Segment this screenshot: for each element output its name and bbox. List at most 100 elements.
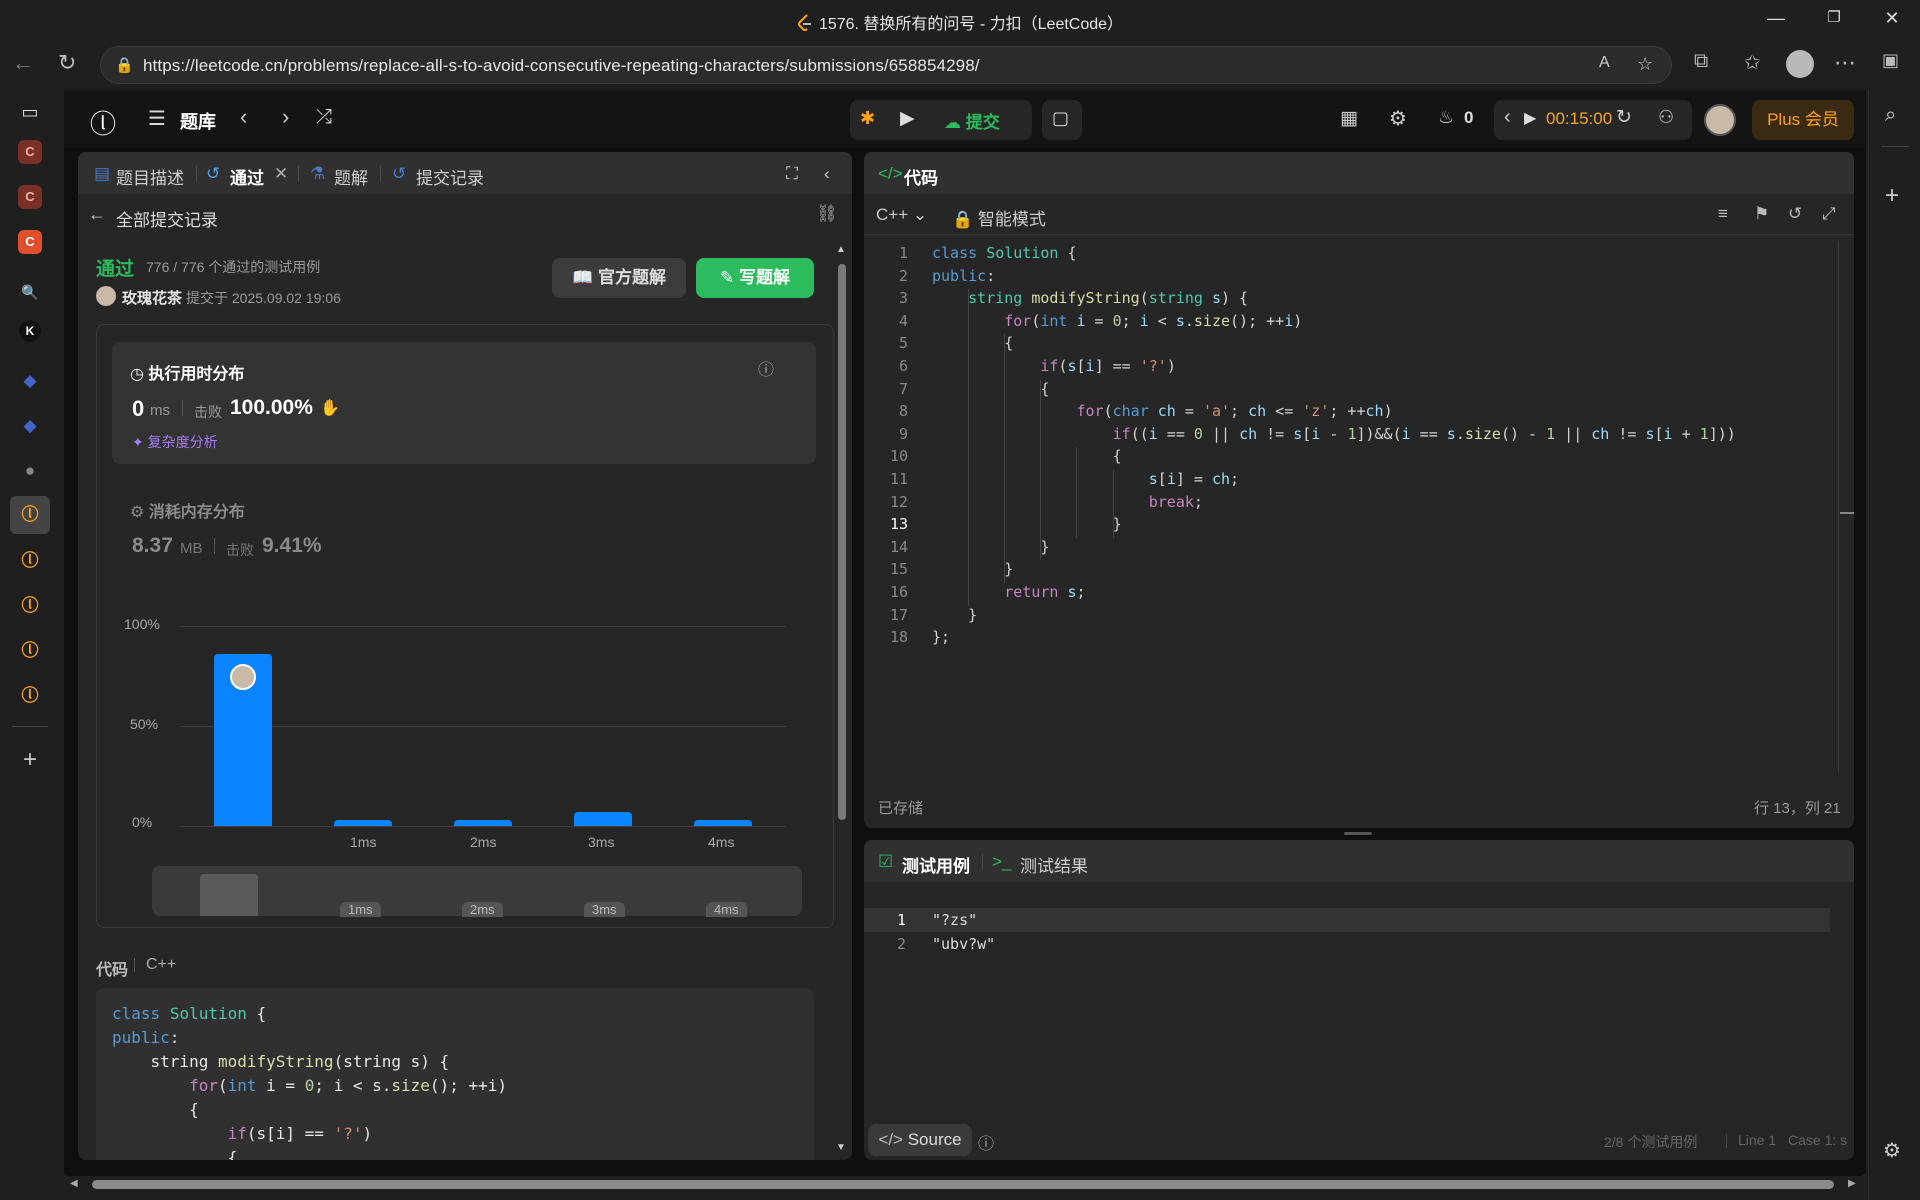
x-tick-label: 1ms (350, 834, 377, 850)
code-editor[interactable]: 1 class Solution {2 public: 3 string modify… (864, 244, 1824, 804)
gridline (180, 826, 786, 827)
code-line[interactable]: class Solution { (932, 244, 1077, 262)
sidebar-settings-icon[interactable]: ⚙ (1883, 1138, 1901, 1163)
next-problem-icon[interactable]: › (282, 104, 289, 130)
cursor-position: 行 13，列 21 (1754, 800, 1841, 817)
shuffle-icon[interactable]: ⤮ (316, 106, 332, 129)
tab-github-icon[interactable]: ● (14, 455, 46, 487)
tab-c-icon[interactable]: C (18, 185, 42, 209)
scroll-left-icon[interactable]: ◀ (70, 1178, 78, 1189)
timer-play-icon[interactable]: ▶ (1524, 108, 1536, 128)
code-section-label: 代码 (96, 962, 129, 979)
code-line[interactable]: { (932, 380, 1049, 398)
tab-bird-icon[interactable]: ◆ (14, 410, 46, 442)
problem-list-icon[interactable]: ☰ (148, 106, 166, 131)
scroll-right-icon[interactable]: ▶ (1848, 1178, 1856, 1189)
tab-actions-icon[interactable]: ▭ (14, 96, 46, 128)
user-avatar[interactable] (1704, 104, 1736, 136)
address-bar[interactable]: 🔒 https://leetcode.cn/problems/replace-a… (100, 46, 1672, 84)
bookmark-icon[interactable]: ⚑ (1754, 204, 1769, 224)
settings-gear-icon[interactable]: ⚙ (1389, 106, 1407, 131)
tab-c-icon[interactable]: C (18, 140, 42, 164)
code-line[interactable]: s[i] = ch; (932, 470, 1239, 488)
testcase-line[interactable]: "?zs" (932, 911, 977, 929)
code-line[interactable]: } (932, 538, 1049, 556)
refresh-icon[interactable]: ↻ (58, 50, 76, 76)
invite-user-icon[interactable]: ⚇ (1658, 107, 1674, 128)
chart-bar[interactable] (454, 820, 512, 826)
tab-c-icon[interactable]: C (18, 230, 42, 254)
favorites-icon[interactable]: ✩ (1744, 50, 1761, 75)
timer-reset-icon[interactable]: ↻ (1616, 106, 1632, 129)
close-window-icon[interactable]: ✕ (1872, 8, 1912, 29)
code-line[interactable]: return s; (932, 583, 1085, 601)
fullscreen-icon[interactable]: ⤢ (1822, 204, 1836, 224)
submit-button[interactable]: ☁ 提交 (944, 108, 1000, 133)
tab-leetcode-icon[interactable]: ⓛ (14, 590, 46, 622)
tab-leetcode-icon[interactable]: ⓛ (14, 680, 46, 712)
code-line[interactable]: break; (932, 493, 1203, 511)
smart-mode-toggle[interactable]: 🔒 智能模式 (952, 205, 1046, 230)
sidebar-search-icon[interactable]: ⌕ (1885, 104, 1896, 127)
tab-leetcode-active-icon[interactable]: ⓛ (10, 496, 50, 534)
reset-code-icon[interactable]: ↺ (1788, 204, 1802, 224)
layout-icon[interactable]: ▦ (1340, 107, 1358, 130)
timer-collapse-icon[interactable]: ‹ (1504, 106, 1511, 129)
chart-bar[interactable] (574, 812, 632, 826)
code-line[interactable]: } (932, 560, 1013, 578)
terminal-icon: >_ (992, 852, 1012, 871)
tab-test-result[interactable]: 测试结果 (1020, 852, 1088, 877)
code-line[interactable]: public: (932, 267, 995, 285)
chart-bar[interactable] (694, 820, 752, 826)
streak-fire-icon[interactable]: ♨ (1438, 107, 1454, 128)
line-number: 2 (896, 935, 906, 953)
testcase-line[interactable]: "ubv?w" (932, 935, 995, 953)
source-button[interactable]: </> Source (868, 1124, 972, 1156)
cloud-upload-icon: ☁ (944, 113, 961, 132)
code-line[interactable]: if((i == 0 || ch != s[i - 1])&&(i == s.s… (932, 425, 1736, 443)
leetcode-logo-icon[interactable]: ⓛ (90, 104, 116, 141)
sidebar-add-icon[interactable]: + (1885, 182, 1899, 210)
code-line[interactable]: string modifyString(string s) { (932, 289, 1248, 307)
restore-icon[interactable]: ❐ (1814, 8, 1854, 26)
scroll-up-icon[interactable]: ▲ (836, 244, 846, 255)
tab-leetcode-icon[interactable]: ⓛ (14, 545, 46, 577)
chart-bar[interactable] (334, 820, 392, 826)
panel-resize-handle[interactable] (1344, 832, 1372, 835)
code-line[interactable]: } (932, 606, 977, 624)
range-handle[interactable] (200, 874, 258, 916)
submitted-code-block: class Solution { public: string modifySt… (96, 988, 814, 1160)
code-line[interactable]: { (932, 334, 1013, 352)
code-line[interactable]: }; (932, 628, 950, 646)
tab-testcase[interactable]: 测试用例 (902, 852, 970, 877)
prev-problem-icon[interactable]: ‹ (240, 104, 247, 130)
tab-leetcode-icon[interactable]: ⓛ (14, 635, 46, 667)
tab-search-icon[interactable]: 🔍 (14, 276, 46, 308)
code-line[interactable]: } (932, 515, 1122, 533)
tab-k-icon[interactable]: K (19, 320, 41, 342)
plus-membership-button[interactable]: Plus 会员 (1752, 100, 1854, 140)
tab-bird-icon[interactable]: ◆ (14, 365, 46, 397)
hscroll-thumb[interactable] (92, 1180, 1834, 1189)
language-select[interactable]: C++ ⌄ (876, 205, 927, 225)
read-aloud-icon[interactable]: A (1599, 54, 1610, 72)
more-menu-icon[interactable]: ⋯ (1834, 50, 1856, 76)
help-icon[interactable]: ⓘ (978, 1130, 994, 1154)
extensions-icon[interactable]: ⧉ (1694, 50, 1708, 73)
sidebar-toggle-icon[interactable]: ▣ (1882, 50, 1899, 71)
format-icon[interactable]: ≡ (1718, 204, 1728, 224)
profile-avatar[interactable] (1786, 50, 1814, 78)
minimize-icon[interactable]: — (1756, 8, 1796, 29)
scroll-down-icon[interactable]: ▼ (836, 1142, 846, 1153)
back-icon[interactable]: ← (12, 50, 34, 76)
scrollbar-thumb[interactable] (838, 264, 846, 820)
run-icon[interactable]: ▶ (900, 107, 915, 130)
debug-icon[interactable]: ✱ (860, 108, 875, 129)
favorite-star-icon[interactable]: ☆ (1637, 54, 1653, 75)
line-number: 6 (898, 357, 908, 375)
problem-list-link[interactable]: 题库 (180, 108, 216, 134)
new-tab-icon[interactable]: + (14, 744, 46, 776)
code-line[interactable]: for(char ch = 'a'; ch <= 'z'; ++ch) (932, 402, 1393, 420)
code-line[interactable]: for(int i = 0; i < s.size(); ++i) (932, 312, 1302, 330)
code-line[interactable]: { (932, 447, 1122, 465)
